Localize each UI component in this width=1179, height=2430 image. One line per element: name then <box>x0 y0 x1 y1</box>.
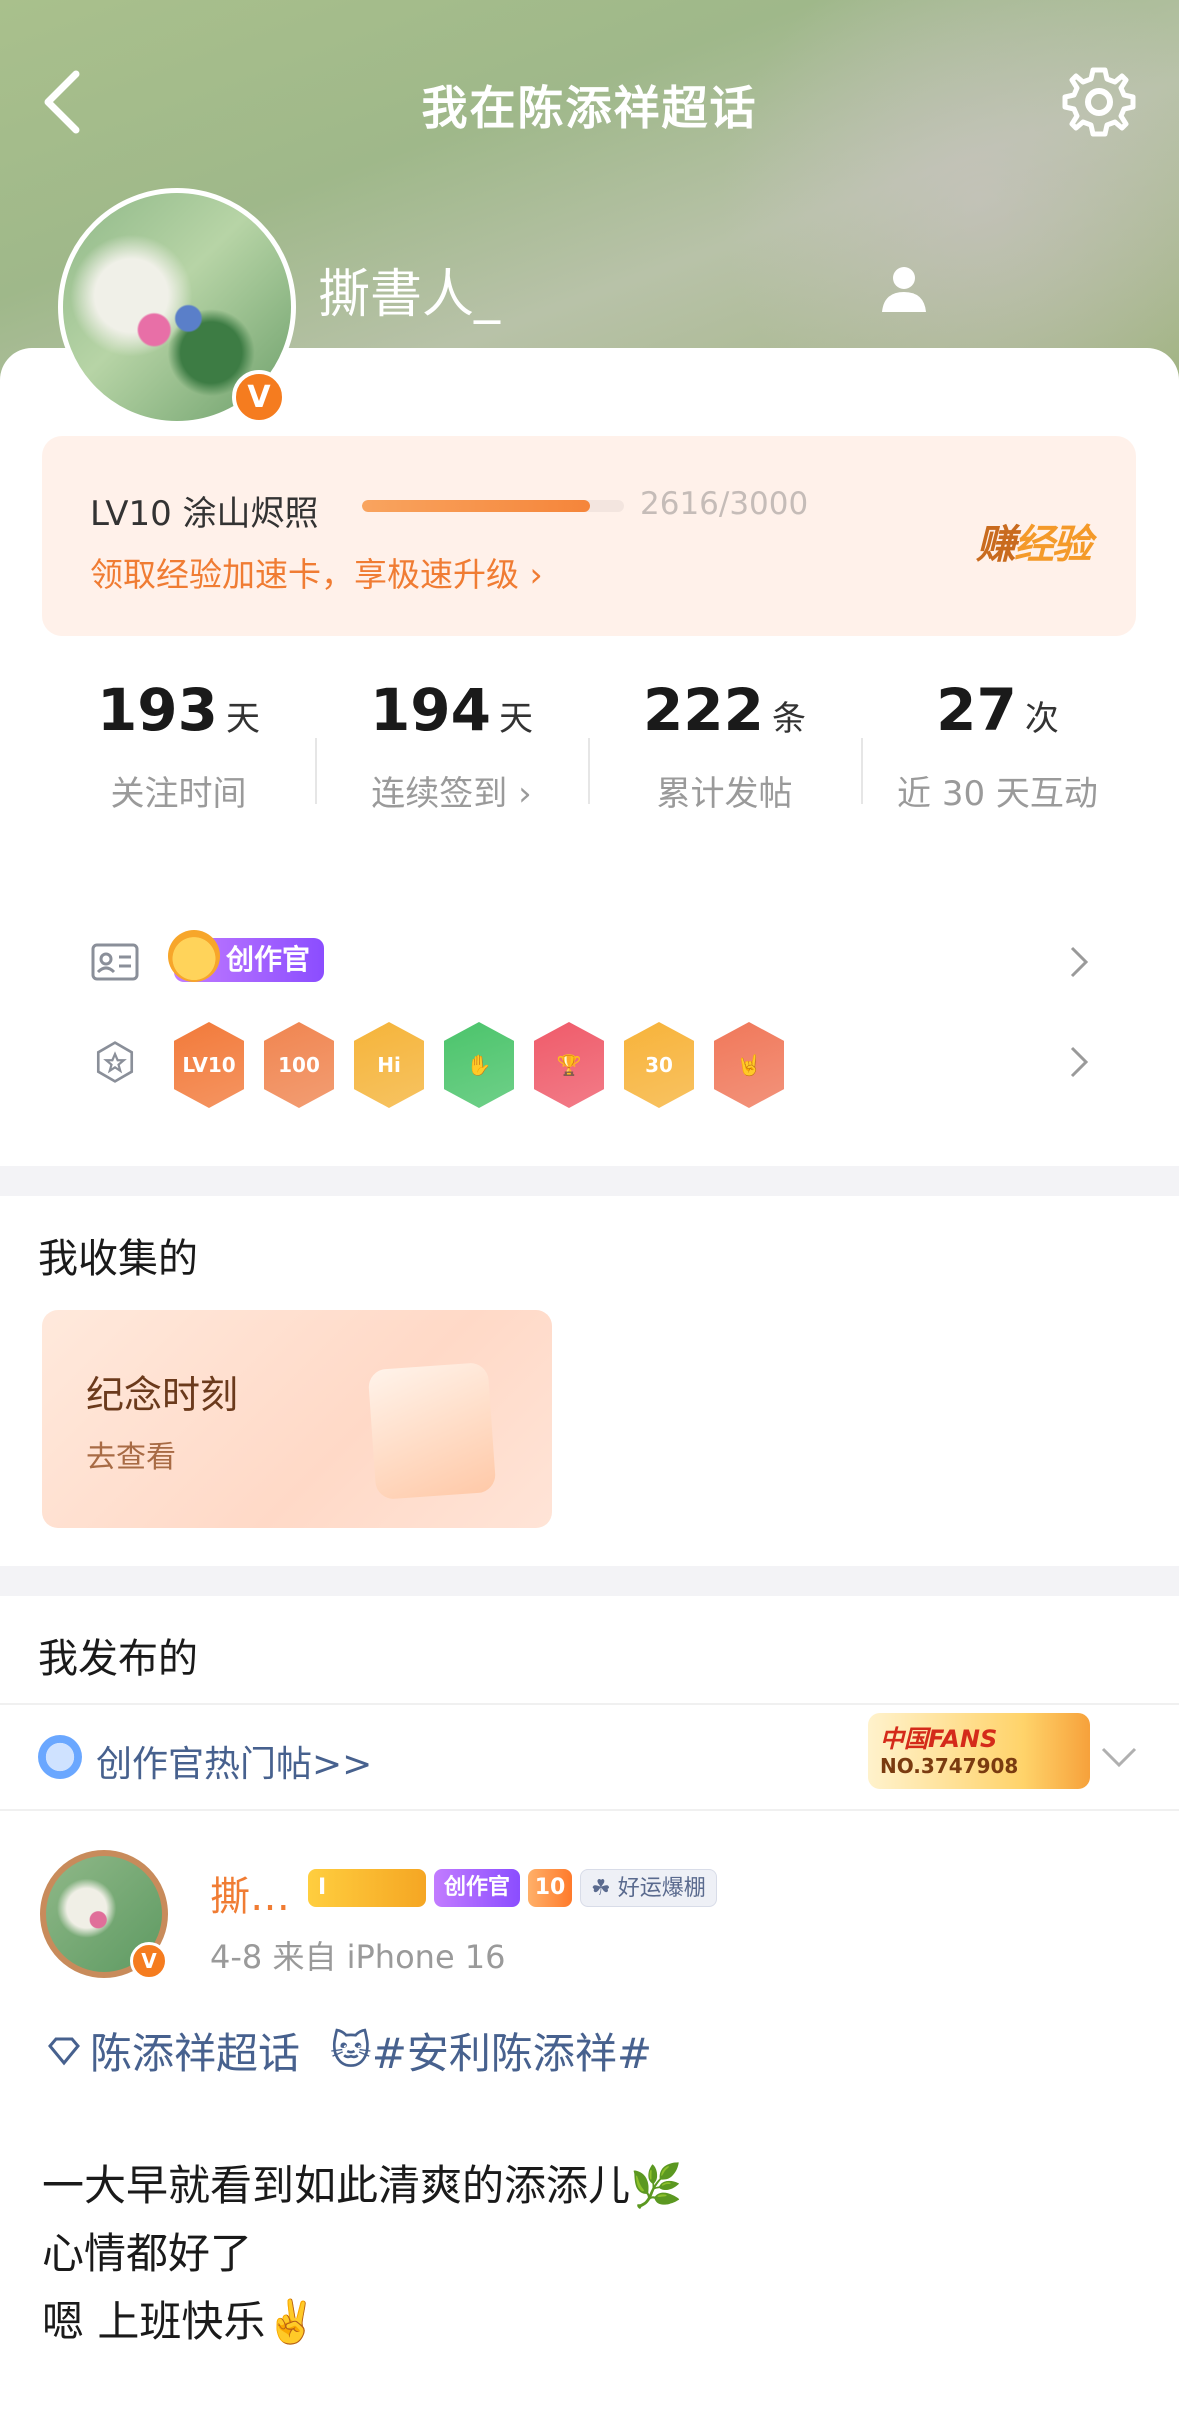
page-title: 我在陈添祥超话 <box>421 81 758 135</box>
stat-follow-time: 193 天 关注时间 <box>42 676 315 815</box>
trophy-medal-icon[interactable]: 🏆 <box>534 1022 604 1108</box>
post-author-badges: I 创作官 10 ☘ 好运爆棚 <box>308 1868 717 1908</box>
post-text-line: 嗯 上班快乐✌️ <box>42 2297 318 2346</box>
badges-panel: 创作官 LV10 100 Hi ✋ 🏆 30 🤘 <box>42 894 1136 1140</box>
personality-badge[interactable]: I <box>308 1869 426 1907</box>
fans-badge-number: NO.3747908 <box>880 1754 1019 1778</box>
level-panel[interactable]: LV10 涂山烬照 2616/3000 领取经验加速卡，享极速升级 › 赚经验 <box>42 436 1136 636</box>
creator-mascot-icon <box>168 930 220 982</box>
hand-medal-icon[interactable]: ✋ <box>444 1022 514 1108</box>
stat-unit: 天 <box>226 699 261 739</box>
stat-value: 194 <box>369 676 492 744</box>
100-days-medal-icon[interactable]: 100 <box>264 1022 334 1108</box>
stat-label: 累计发帖 <box>656 774 793 814</box>
hi-medal-icon[interactable]: Hi <box>354 1022 424 1108</box>
personality-badge-label: I <box>318 1875 327 1900</box>
stat-label: 连续签到 › <box>371 774 532 814</box>
earn-xp-label-2: 经验 <box>1014 522 1092 568</box>
post-text-line: 心情都好了 <box>42 2229 253 2278</box>
post-tags: 陈添祥超话 🐱 #安利陈添祥# <box>44 2020 652 2081</box>
star-badge-icon <box>38 1735 82 1779</box>
diamond-icon <box>48 2037 80 2065</box>
collected-section-title: 我收集的 <box>38 1236 198 1282</box>
level-badge[interactable]: 10 <box>528 1869 573 1907</box>
level-name: LV10 涂山烬照 <box>90 494 319 534</box>
stat-label: 关注时间 <box>110 774 247 814</box>
chevron-down-icon[interactable] <box>1099 1745 1139 1769</box>
hashtag-link[interactable]: #安利陈添祥# <box>372 2020 652 2081</box>
section-divider <box>0 1166 1179 1196</box>
chevron-right-icon[interactable] <box>1068 1044 1090 1080</box>
id-card-icon <box>91 943 139 981</box>
stat-value: 27 <box>936 676 1017 744</box>
chevron-right-icon[interactable] <box>1068 944 1090 980</box>
level-progress-bar <box>362 500 624 512</box>
memory-moments-card[interactable]: 纪念时刻 去查看 <box>42 1310 552 1528</box>
section-divider <box>0 1566 1179 1596</box>
30-days-medal-icon[interactable]: 30 <box>624 1022 694 1108</box>
stats-row: 193 天 关注时间 194 天 连续签到 › 222 条 累计发帖 27 次 近 30… <box>42 676 1136 866</box>
stat-value: 222 <box>642 676 765 744</box>
calendar-diamond-icon <box>367 1361 497 1501</box>
stat-unit: 次 <box>1024 699 1059 739</box>
stat-value: 193 <box>96 676 219 744</box>
stat-total-posts: 222 条 累计发帖 <box>588 676 861 815</box>
creator-label: 创作官 <box>226 943 311 976</box>
published-section-title: 我发布的 <box>38 1636 198 1682</box>
profile-avatar[interactable]: V <box>58 188 296 426</box>
cat-emoji-icon: 🐱 <box>330 2027 372 2074</box>
verified-badge-icon: V <box>130 1942 168 1980</box>
username: 撕書人_ <box>318 265 501 325</box>
rock-hand-medal-icon[interactable]: 🤘 <box>714 1022 784 1108</box>
memory-card-title: 纪念时刻 <box>86 1373 239 1417</box>
memory-card-link: 去查看 <box>86 1440 176 1475</box>
stat-label: 近 30 天互动 <box>897 774 1098 814</box>
post-text-line: 一大早就看到如此清爽的添添儿🌿 <box>42 2161 683 2210</box>
stat-unit: 天 <box>499 699 534 739</box>
medal-icon <box>96 1041 134 1083</box>
super-topic-link[interactable]: 陈添祥超话 <box>90 2020 300 2081</box>
level-progress-text: 2616/3000 <box>640 486 809 522</box>
settings-gear-icon[interactable] <box>1059 62 1139 142</box>
china-fans-badge: 中国FANS NO.3747908 <box>868 1713 1090 1789</box>
verified-badge-icon: V <box>232 370 286 424</box>
earn-xp-button[interactable]: 赚经验 <box>976 512 1092 570</box>
user-profile-icon[interactable] <box>878 262 930 314</box>
creator-hot-posts-row[interactable]: 创作官热门帖>> 中国FANS NO.3747908 <box>0 1703 1179 1811</box>
stat-interactions: 27 次 近 30 天互动 <box>861 676 1134 815</box>
lv10-medal-icon[interactable]: LV10 <box>174 1022 244 1108</box>
good-luck-label: 好运爆棚 <box>617 1876 706 1901</box>
creator-badge[interactable]: 创作官 <box>434 1869 521 1907</box>
fans-badge-title: 中国FANS <box>880 1725 998 1753</box>
earn-xp-label-1: 赚 <box>976 522 1016 568</box>
stat-checkin-streak[interactable]: 194 天 连续签到 › <box>315 676 588 815</box>
stat-unit: 条 <box>772 699 807 739</box>
xp-boost-link[interactable]: 领取经验加速卡，享极速升级 › <box>90 548 543 596</box>
good-luck-badge[interactable]: ☘ 好运爆棚 <box>580 1869 717 1907</box>
post-author-name[interactable]: 撕… <box>210 1864 290 1922</box>
level-progress-fill <box>362 500 591 512</box>
creator-title-badge[interactable]: 创作官 <box>168 930 325 982</box>
hot-posts-link[interactable]: 创作官热门帖>> <box>96 1735 372 1787</box>
post-meta: 4-8 来自 iPhone 16 <box>210 1938 506 1976</box>
